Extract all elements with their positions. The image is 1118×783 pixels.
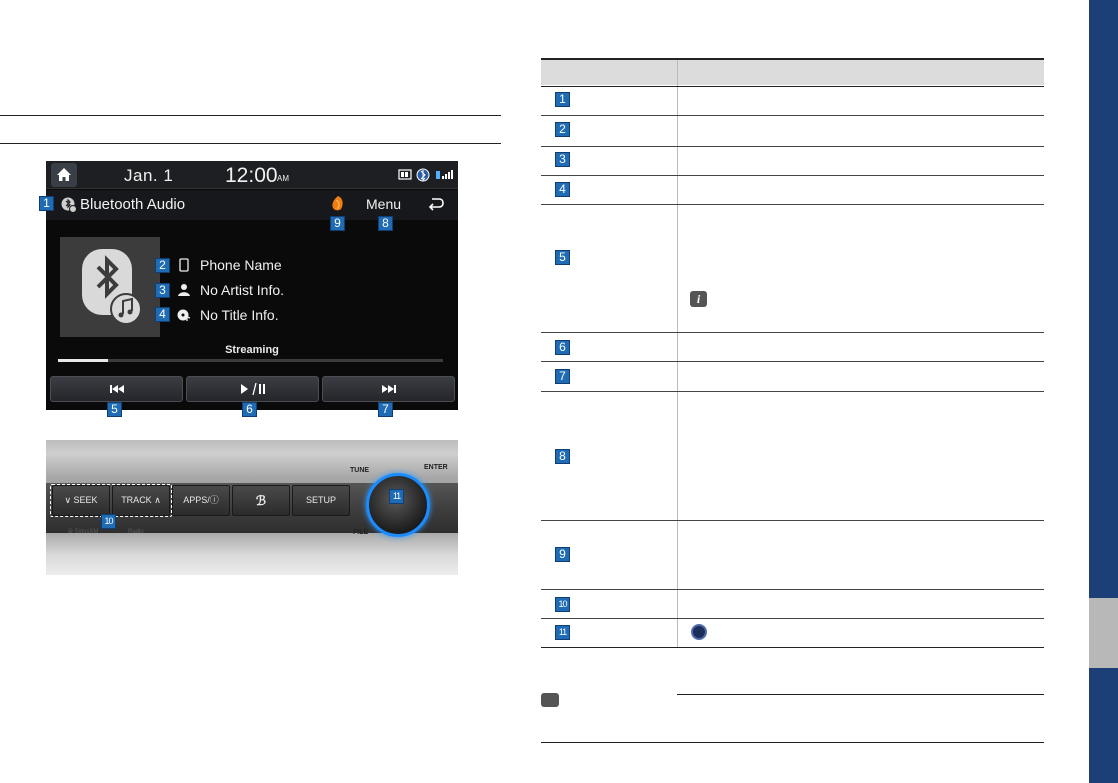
next-track-button[interactable] <box>322 376 455 402</box>
table-row-num: 7 <box>555 369 570 384</box>
table-rule <box>541 146 1044 147</box>
enter-label: ENTER <box>424 464 448 471</box>
phone-icon <box>179 258 189 272</box>
progress-fill <box>58 359 109 362</box>
previous-track-button[interactable] <box>50 376 183 402</box>
note-icon <box>541 693 559 707</box>
control-panel-photo: ∨ SEEK TRACK ∧ APPS/ⓘ ℬ SETUP TUNE ENTER… <box>46 440 458 575</box>
title-row: Bluetooth Audio Menu <box>46 190 458 220</box>
callout-2: 2 <box>155 258 170 273</box>
title-info: No Title Info. <box>200 307 279 323</box>
callout-8: 8 <box>378 216 393 231</box>
table-row-num: 1 <box>555 92 570 107</box>
back-icon[interactable] <box>427 196 445 212</box>
album-art <box>60 237 160 337</box>
table-rule <box>541 361 1044 362</box>
siriusxm-logo: ⦾ SiriusXM <box>68 529 99 535</box>
progress-bar[interactable] <box>58 359 443 362</box>
info-icon: i <box>690 291 707 307</box>
callout-5: 5 <box>107 402 122 417</box>
apps-label: APPS/ <box>183 495 210 505</box>
status-date: Jan. 1 <box>124 166 174 185</box>
callout-1: 1 <box>39 196 54 211</box>
table-row-num: 10 <box>555 597 570 612</box>
table-rule <box>541 204 1044 205</box>
title-icon <box>177 309 191 321</box>
section-rule-top <box>0 115 501 116</box>
status-ampm: AM <box>277 174 289 183</box>
seek-track-highlight <box>50 484 172 517</box>
side-tab-top <box>1089 0 1118 598</box>
callout-7: 7 <box>378 402 393 417</box>
table-rule <box>541 86 1044 87</box>
table-row-num: 6 <box>555 340 570 355</box>
artist-name: No Artist Info. <box>200 282 285 298</box>
bluetooth-audio-icon <box>61 197 77 213</box>
table-rule <box>541 618 1044 619</box>
phone-button[interactable]: ℬ <box>232 485 290 516</box>
tune-label: TUNE <box>350 467 370 474</box>
apps-button[interactable]: APPS/ⓘ <box>172 485 230 516</box>
table-rule <box>541 115 1044 116</box>
callout-3: 3 <box>155 283 170 298</box>
next-track-icon <box>381 385 396 393</box>
menu-button[interactable]: Menu <box>366 196 401 212</box>
table-row-num: 9 <box>555 547 570 562</box>
status-time: 12:00 <box>225 164 278 187</box>
home-button[interactable] <box>51 163 77 187</box>
music-service-icon[interactable] <box>331 195 345 212</box>
side-tab-bottom <box>1089 668 1118 783</box>
status-bar: Jan. 1 12:00 AM <box>46 161 458 189</box>
table-rule <box>541 647 1044 648</box>
callout-4: 4 <box>155 307 170 322</box>
play-pause-icon <box>240 383 265 395</box>
table-rule <box>541 520 1044 521</box>
setup-label: SETUP <box>305 495 336 505</box>
info-circle-icon: ⓘ <box>209 495 219 505</box>
previous-track-icon <box>109 385 124 393</box>
table-row-num: 11 <box>555 625 570 640</box>
phone-handset-icon: ℬ <box>255 493 267 508</box>
setup-button[interactable]: SETUP <box>292 485 350 516</box>
table-rule <box>541 332 1044 333</box>
play-pause-button[interactable] <box>186 376 319 402</box>
callout-6: 6 <box>242 402 257 417</box>
callout-11: 11 <box>389 489 404 504</box>
file-label: FILE <box>353 529 369 536</box>
screen-title: Bluetooth Audio <box>80 196 186 213</box>
phone-name: Phone Name <box>200 257 282 273</box>
streaming-label: Streaming <box>225 344 279 356</box>
tune-file-knob[interactable] <box>366 473 430 537</box>
side-tab-current <box>1089 598 1118 668</box>
head-unit-screen: Jan. 1 12:00 AM Bluetooth Audio Menu Pho… <box>46 161 458 410</box>
table-rule <box>541 391 1044 392</box>
artist-icon <box>178 284 190 296</box>
table-rule <box>541 589 1044 590</box>
table-row-num: 4 <box>555 182 570 197</box>
home-icon <box>57 168 71 181</box>
status-icons <box>398 168 453 182</box>
table-row-num: 3 <box>555 152 570 167</box>
callout-10: 10 <box>101 514 116 529</box>
table-header <box>541 58 1044 85</box>
table-row-num: 8 <box>555 449 570 464</box>
knob-icon <box>691 624 707 640</box>
callout-9: 9 <box>330 216 345 231</box>
table-row-num: 2 <box>555 122 570 137</box>
table-rule <box>541 175 1044 176</box>
table-row-num: 5 <box>555 250 570 265</box>
radio-label: Radio <box>128 529 144 535</box>
note-rule-top <box>677 694 1044 695</box>
table-column-divider <box>677 60 678 647</box>
note-rule-bottom <box>541 742 1044 743</box>
section-rule-bottom <box>0 143 501 144</box>
